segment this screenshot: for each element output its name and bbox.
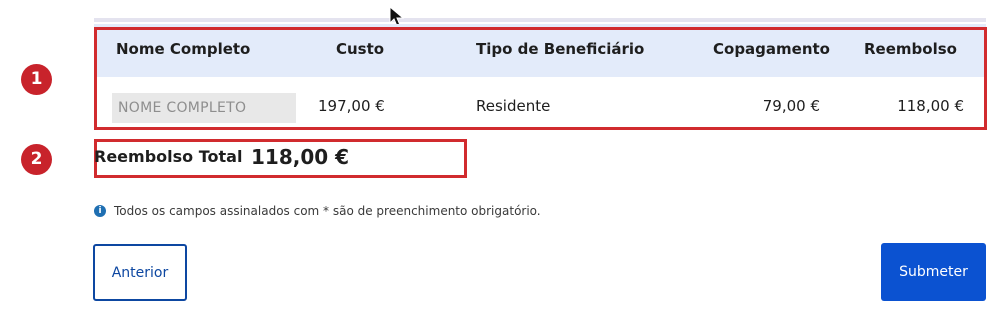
- annotation-box-1: [94, 27, 987, 130]
- total-reimbursement-value: 118,00 €: [251, 145, 350, 169]
- annotation-marker-2: 2: [21, 144, 52, 175]
- total-reimbursement-label: Reembolso Total: [94, 147, 243, 166]
- submit-button[interactable]: Submeter: [881, 243, 986, 301]
- previous-button[interactable]: Anterior: [93, 244, 187, 301]
- required-fields-note: i Todos os campos assinalados com * são …: [94, 204, 541, 218]
- annotation-marker-1: 1: [21, 64, 52, 95]
- info-icon: i: [94, 205, 106, 217]
- required-fields-text: Todos os campos assinalados com * são de…: [114, 204, 541, 218]
- section-top-divider: [94, 18, 986, 22]
